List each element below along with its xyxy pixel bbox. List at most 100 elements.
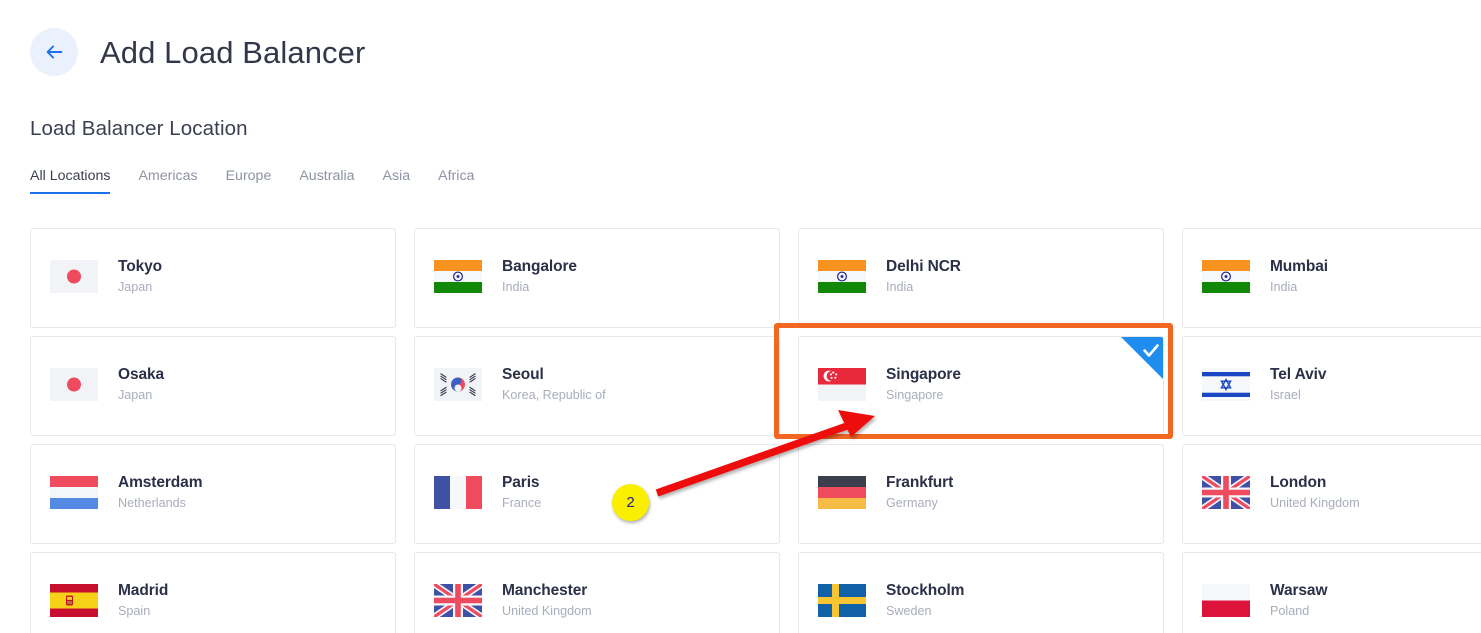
location-country: Germany (886, 496, 938, 511)
flag-icon-gb (434, 583, 482, 617)
flag-icon-nl (50, 475, 98, 509)
location-country: Sweden (886, 604, 932, 619)
location-city: Warsaw (1270, 581, 1328, 599)
location-city: Frankfurt (886, 473, 954, 491)
location-city: London (1270, 473, 1327, 491)
location-country: India (886, 280, 914, 295)
location-city: Madrid (118, 581, 169, 599)
location-card-tokyo[interactable]: Tokyo Japan (30, 228, 396, 328)
location-card-seoul[interactable]: Seoul Korea, Republic of (414, 336, 780, 436)
location-labels: Tokyo Japan (118, 257, 162, 295)
location-labels: Warsaw Poland (1270, 581, 1328, 619)
location-city: Tokyo (118, 257, 162, 275)
location-cell: Warsaw Poland (1182, 552, 1481, 633)
location-labels: Frankfurt Germany (886, 473, 953, 511)
location-card-amsterdam[interactable]: Amsterdam Netherlands (30, 444, 396, 544)
back-button[interactable] (30, 28, 78, 76)
location-labels: Manchester United Kingdom (502, 581, 592, 619)
location-country: Korea, Republic of (502, 388, 606, 403)
location-labels: Seoul Korea, Republic of (502, 365, 606, 403)
flag-icon-jp (50, 367, 98, 401)
tab-europe[interactable]: Europe (226, 168, 272, 194)
location-labels: Delhi NCR India (886, 257, 961, 295)
flag-icon-fr (434, 475, 482, 509)
location-cell: Bangalore India (414, 228, 798, 336)
location-card-bangalore[interactable]: Bangalore India (414, 228, 780, 328)
flag-icon-pl (1202, 583, 1250, 617)
flag-icon-in (1202, 259, 1250, 293)
location-card-stockholm[interactable]: Stockholm Sweden (798, 552, 1164, 633)
location-cell: Paris France (414, 444, 798, 552)
location-city: Delhi NCR (886, 257, 961, 275)
flag-icon-es (50, 583, 98, 617)
location-labels: Amsterdam Netherlands (118, 473, 202, 511)
flag-icon-kr (434, 367, 482, 401)
location-labels: Paris France (502, 473, 541, 511)
selected-check-icon (1121, 337, 1163, 379)
tab-africa[interactable]: Africa (438, 168, 474, 194)
location-country: Spain (118, 604, 151, 619)
flag-icon-in (434, 259, 482, 293)
location-country: Japan (118, 388, 153, 403)
flag-icon-il (1202, 367, 1250, 401)
location-city: Tel Aviv (1270, 365, 1327, 383)
location-city: Manchester (502, 581, 588, 599)
location-city: Osaka (118, 365, 165, 383)
tab-australia[interactable]: Australia (299, 168, 354, 194)
location-card-singapore[interactable]: Singapore Singapore (798, 336, 1164, 436)
location-country: United Kingdom (502, 604, 592, 619)
location-labels: Bangalore India (502, 257, 577, 295)
location-labels: Madrid Spain (118, 581, 168, 619)
flag-icon-jp (50, 259, 98, 293)
location-card-madrid[interactable]: Madrid Spain (30, 552, 396, 633)
arrow-left-icon (43, 41, 65, 63)
location-filter-tabs: All Locations Americas Europe Australia Asia… (30, 168, 474, 194)
page-title: Add Load Balancer (100, 34, 366, 70)
location-labels: Stockholm Sweden (886, 581, 964, 619)
location-city: Mumbai (1270, 257, 1328, 275)
location-card-delhi-ncr[interactable]: Delhi NCR India (798, 228, 1164, 328)
location-country: United Kingdom (1270, 496, 1360, 511)
location-cell: Seoul Korea, Republic of (414, 336, 798, 444)
location-cell: London United Kingdom (1182, 444, 1481, 552)
location-city: Bangalore (502, 257, 577, 275)
location-city: Seoul (502, 365, 544, 383)
location-cell: Amsterdam Netherlands (30, 444, 414, 552)
location-card-frankfurt[interactable]: Frankfurt Germany (798, 444, 1164, 544)
location-cell: Manchester United Kingdom (414, 552, 798, 633)
tab-asia[interactable]: Asia (383, 168, 411, 194)
location-country: Japan (118, 280, 153, 295)
location-card-mumbai[interactable]: Mumbai India (1182, 228, 1481, 328)
add-load-balancer-page: Add Load Balancer Load Balancer Location… (0, 0, 1481, 633)
page-header: Add Load Balancer (0, 0, 1481, 85)
flag-icon-gb (1202, 475, 1250, 509)
location-city: Paris (502, 473, 540, 491)
location-country: Israel (1270, 388, 1301, 403)
section-title: Load Balancer Location (30, 117, 248, 140)
location-city: Amsterdam (118, 473, 203, 491)
flag-icon-de (818, 475, 866, 509)
location-cell: Mumbai India (1182, 228, 1481, 336)
location-card-manchester[interactable]: Manchester United Kingdom (414, 552, 780, 633)
location-labels: Osaka Japan (118, 365, 164, 403)
tab-americas[interactable]: Americas (138, 168, 197, 194)
location-card-tel-aviv[interactable]: Tel Aviv Israel (1182, 336, 1481, 436)
tab-all-locations[interactable]: All Locations (30, 168, 111, 194)
location-card-paris[interactable]: Paris France (414, 444, 780, 544)
location-country: Poland (1270, 604, 1310, 619)
location-cell: Madrid Spain (30, 552, 414, 633)
location-cell: Delhi NCR India (798, 228, 1182, 336)
location-card-osaka[interactable]: Osaka Japan (30, 336, 396, 436)
location-country: Singapore (886, 388, 944, 403)
location-card-london[interactable]: London United Kingdom (1182, 444, 1481, 544)
location-cell: Singapore Singapore (798, 336, 1182, 444)
location-country: India (502, 280, 530, 295)
location-cell: Stockholm Sweden (798, 552, 1182, 633)
location-card-warsaw[interactable]: Warsaw Poland (1182, 552, 1481, 633)
location-cell: Frankfurt Germany (798, 444, 1182, 552)
location-city: Stockholm (886, 581, 965, 599)
location-city: Singapore (886, 365, 961, 383)
flag-icon-se (818, 583, 866, 617)
location-country: India (1270, 280, 1298, 295)
location-labels: Mumbai India (1270, 257, 1328, 295)
